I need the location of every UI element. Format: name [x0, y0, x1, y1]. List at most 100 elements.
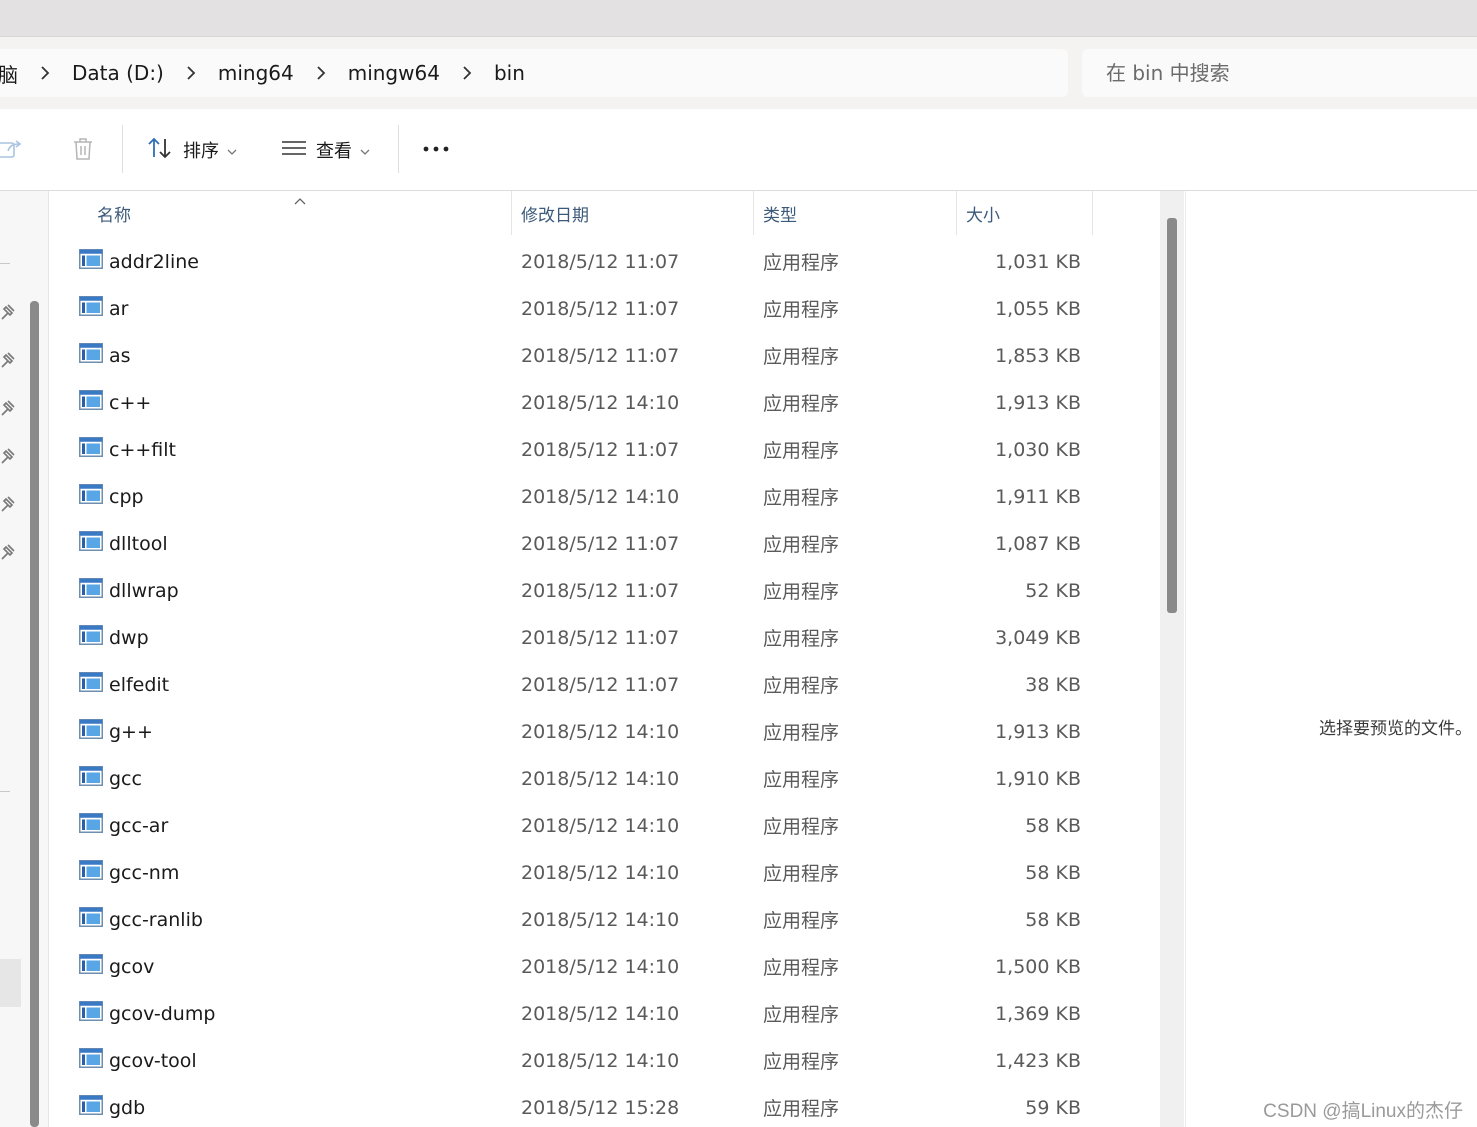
- file-name-cell[interactable]: gcov-tool: [79, 1037, 197, 1084]
- file-size: 58 KB: [1025, 861, 1081, 884]
- pin-icon[interactable]: [0, 351, 16, 373]
- search-box[interactable]: [1082, 49, 1477, 97]
- chevron-right-icon[interactable]: [176, 65, 206, 81]
- sort-button[interactable]: 排序: [147, 136, 237, 164]
- file-name-cell[interactable]: as: [79, 332, 131, 379]
- file-name: gcc-ar: [109, 814, 169, 837]
- file-name: elfedit: [109, 673, 170, 696]
- chevron-right-icon[interactable]: [452, 65, 482, 81]
- pin-icon[interactable]: [0, 447, 16, 469]
- trash-icon: [72, 137, 94, 165]
- share-icon: [0, 137, 24, 165]
- file-name-cell[interactable]: ar: [79, 285, 128, 332]
- table-row[interactable]: gdb 2018/5/12 15:28 应用程序 59 KB: [49, 1084, 1159, 1127]
- file-name-cell[interactable]: gcc-ar: [79, 802, 168, 849]
- column-divider[interactable]: [753, 191, 754, 235]
- table-row[interactable]: gcov-tool 2018/5/12 14:10 应用程序 1,423 KB: [49, 1037, 1159, 1084]
- pin-icon[interactable]: [0, 303, 16, 325]
- file-date: 2018/5/12 11:07: [521, 250, 680, 273]
- application-icon: [79, 813, 103, 838]
- table-row[interactable]: addr2line 2018/5/12 11:07 应用程序 1,031 KB: [49, 238, 1159, 285]
- table-row[interactable]: dllwrap 2018/5/12 11:07 应用程序 52 KB: [49, 567, 1159, 614]
- scrollbar-thumb[interactable]: [1167, 218, 1177, 613]
- breadcrumb-item-ming64[interactable]: ming64: [206, 61, 306, 85]
- file-name: addr2line: [109, 250, 199, 273]
- table-row[interactable]: c++ 2018/5/12 14:10 应用程序 1,913 KB: [49, 379, 1159, 426]
- file-name-cell[interactable]: gcc-ranlib: [79, 896, 203, 943]
- table-row[interactable]: cpp 2018/5/12 14:10 应用程序 1,911 KB: [49, 473, 1159, 520]
- file-date: 2018/5/12 11:07: [521, 438, 680, 461]
- column-divider[interactable]: [956, 191, 957, 235]
- table-row[interactable]: ar 2018/5/12 11:07 应用程序 1,055 KB: [49, 285, 1159, 332]
- table-row[interactable]: gcc-ranlib 2018/5/12 14:10 应用程序 58 KB: [49, 896, 1159, 943]
- nav-scrollbar[interactable]: [30, 301, 39, 1127]
- breadcrumb-item-computer[interactable]: 脑: [0, 59, 30, 88]
- breadcrumb[interactable]: 脑 Data (D:) ming64 mingw64 bin: [0, 49, 1068, 97]
- file-type: 应用程序: [763, 816, 840, 838]
- nav-selected-item[interactable]: [0, 959, 21, 1007]
- column-header-date[interactable]: 修改日期: [521, 191, 589, 235]
- file-size: 1,087 KB: [995, 532, 1081, 555]
- file-name-cell[interactable]: gcc: [79, 755, 142, 802]
- file-name-cell[interactable]: c++filt: [79, 426, 176, 473]
- toolbar-divider: [122, 125, 123, 173]
- table-row[interactable]: g++ 2018/5/12 14:10 应用程序 1,913 KB: [49, 708, 1159, 755]
- chevron-right-icon[interactable]: [30, 65, 60, 81]
- more-options-button[interactable]: [422, 139, 450, 163]
- view-button[interactable]: 查看: [282, 137, 370, 163]
- column-header-row: 名称 修改日期 类型 大小: [49, 191, 1159, 235]
- column-divider[interactable]: [1092, 191, 1093, 235]
- search-input[interactable]: [1104, 60, 1468, 86]
- file-date: 2018/5/12 14:10: [521, 485, 680, 508]
- table-row[interactable]: gcc 2018/5/12 14:10 应用程序 1,910 KB: [49, 755, 1159, 802]
- file-name-cell[interactable]: gcc-nm: [79, 849, 179, 896]
- table-row[interactable]: elfedit 2018/5/12 11:07 应用程序 38 KB: [49, 661, 1159, 708]
- file-size: 38 KB: [1025, 673, 1081, 696]
- file-name-cell[interactable]: addr2line: [79, 238, 199, 285]
- file-name: ar: [109, 297, 129, 320]
- pin-icon[interactable]: [0, 399, 16, 421]
- file-name-cell[interactable]: gcov: [79, 943, 154, 990]
- file-type: 应用程序: [763, 1051, 840, 1073]
- column-divider[interactable]: [511, 191, 512, 235]
- file-date: 2018/5/12 14:10: [521, 955, 680, 978]
- file-name: gcov-dump: [109, 1002, 216, 1025]
- breadcrumb-item-mingw64[interactable]: mingw64: [336, 61, 452, 85]
- column-header-size[interactable]: 大小: [966, 191, 1000, 235]
- pin-icon[interactable]: [0, 495, 16, 517]
- table-row[interactable]: dwp 2018/5/12 11:07 应用程序 3,049 KB: [49, 614, 1159, 661]
- table-row[interactable]: as 2018/5/12 11:07 应用程序 1,853 KB: [49, 332, 1159, 379]
- file-name-cell[interactable]: c++: [79, 379, 151, 426]
- nav-divider: [0, 263, 10, 264]
- table-row[interactable]: gcov-dump 2018/5/12 14:10 应用程序 1,369 KB: [49, 990, 1159, 1037]
- column-header-name[interactable]: 名称: [97, 191, 131, 235]
- file-name: c++: [109, 391, 152, 414]
- table-row[interactable]: gcc-nm 2018/5/12 14:10 应用程序 58 KB: [49, 849, 1159, 896]
- column-header-type[interactable]: 类型: [763, 191, 797, 235]
- file-type: 应用程序: [763, 910, 840, 932]
- file-name-cell[interactable]: g++: [79, 708, 153, 755]
- application-icon: [79, 343, 103, 368]
- share-button[interactable]: [0, 137, 24, 165]
- file-list-scrollbar[interactable]: [1160, 191, 1184, 1127]
- breadcrumb-item-bin[interactable]: bin: [482, 61, 537, 85]
- table-row[interactable]: c++filt 2018/5/12 11:07 应用程序 1,030 KB: [49, 426, 1159, 473]
- navigation-pane[interactable]: [0, 191, 49, 1127]
- file-name: gcov: [109, 955, 155, 978]
- file-name-cell[interactable]: dllwrap: [79, 567, 179, 614]
- file-type: 应用程序: [763, 863, 840, 885]
- breadcrumb-item-drive[interactable]: Data (D:): [60, 61, 176, 85]
- file-name-cell[interactable]: gdb: [79, 1084, 145, 1127]
- file-name-cell[interactable]: dwp: [79, 614, 149, 661]
- file-name-cell[interactable]: dlltool: [79, 520, 168, 567]
- file-name-cell[interactable]: gcov-dump: [79, 990, 215, 1037]
- delete-button[interactable]: [72, 137, 94, 165]
- pin-icon[interactable]: [0, 543, 16, 565]
- file-name-cell[interactable]: elfedit: [79, 661, 169, 708]
- table-row[interactable]: dlltool 2018/5/12 11:07 应用程序 1,087 KB: [49, 520, 1159, 567]
- table-row[interactable]: gcc-ar 2018/5/12 14:10 应用程序 58 KB: [49, 802, 1159, 849]
- chevron-right-icon[interactable]: [306, 65, 336, 81]
- file-size: 59 KB: [1025, 1096, 1081, 1119]
- file-name-cell[interactable]: cpp: [79, 473, 144, 520]
- table-row[interactable]: gcov 2018/5/12 14:10 应用程序 1,500 KB: [49, 943, 1159, 990]
